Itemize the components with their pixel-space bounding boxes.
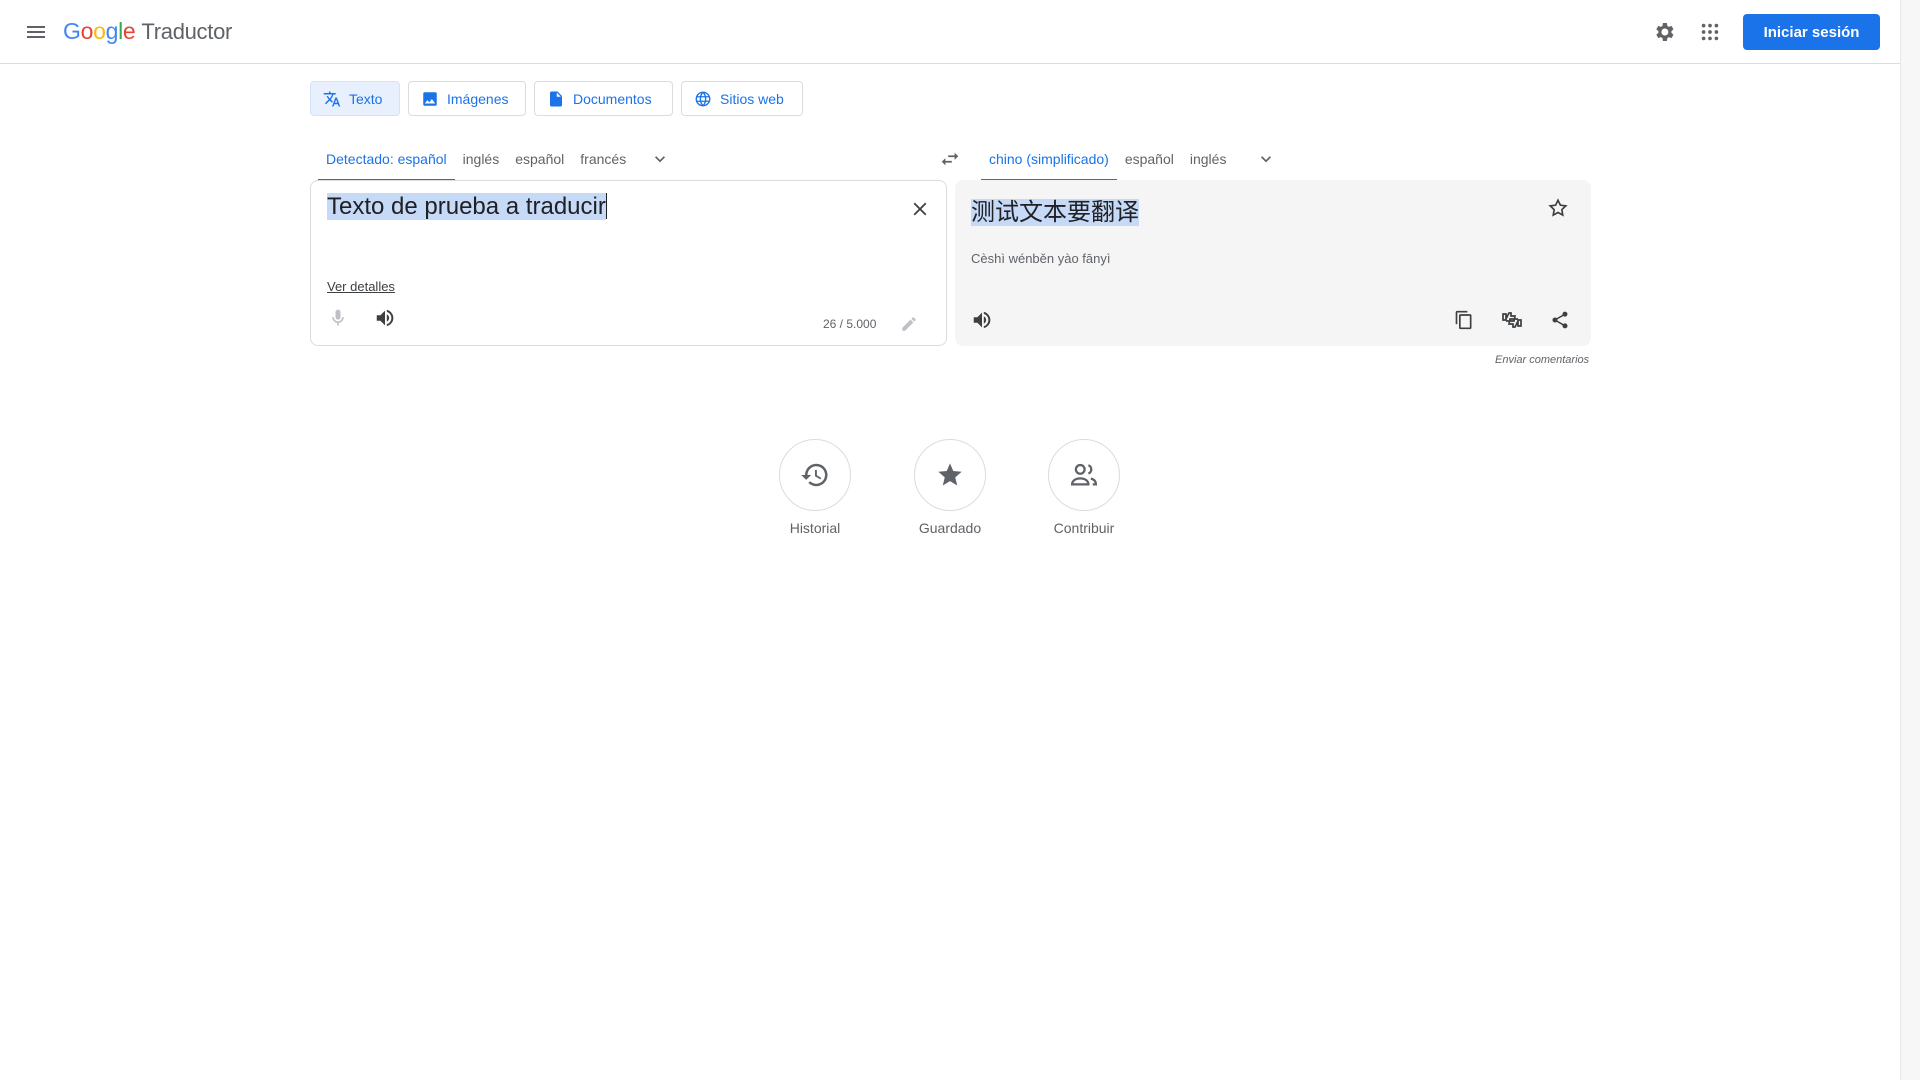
target-lang-chino[interactable]: chino (simplificado) bbox=[981, 137, 1117, 181]
logo-letter: e bbox=[122, 18, 136, 44]
listen-source-button[interactable] bbox=[367, 300, 403, 336]
chevron-down-icon bbox=[1261, 156, 1272, 163]
contribute-button[interactable]: Contribuir bbox=[1029, 439, 1139, 536]
star-filled-icon bbox=[938, 463, 962, 486]
menu-icon bbox=[27, 26, 45, 38]
rate-translation-button[interactable] bbox=[1494, 302, 1530, 338]
see-details-link[interactable]: Ver detalles bbox=[327, 279, 395, 294]
page-scrollbar[interactable] bbox=[1900, 0, 1920, 1080]
share-icon bbox=[1552, 311, 1568, 329]
apps-icon bbox=[1701, 23, 1719, 41]
text-caret bbox=[605, 193, 607, 219]
saved-button[interactable]: Guardado bbox=[895, 439, 1005, 536]
pencil-icon bbox=[902, 317, 916, 331]
people-icon bbox=[1070, 463, 1098, 486]
logo-letter: g bbox=[105, 18, 119, 44]
close-icon bbox=[913, 202, 927, 216]
settings-icon bbox=[1656, 23, 1674, 41]
globe-icon bbox=[695, 90, 711, 107]
target-lang-espanol[interactable]: español bbox=[1117, 137, 1182, 181]
save-translation-button[interactable] bbox=[1540, 190, 1576, 226]
translation-output: 测试文本要翻译 bbox=[971, 192, 1139, 227]
saved-circle bbox=[914, 439, 986, 511]
character-count: 26 / 5.000 bbox=[823, 317, 877, 331]
main-menu-button[interactable] bbox=[18, 14, 54, 50]
source-text-input[interactable]: Texto de prueba a traducir bbox=[327, 193, 607, 221]
speaker-icon bbox=[376, 309, 394, 327]
chevron-down-icon bbox=[655, 156, 666, 163]
apps-button[interactable] bbox=[1692, 14, 1728, 50]
thumbs-up-down-icon bbox=[1502, 312, 1522, 328]
target-lang-more-button[interactable] bbox=[1248, 137, 1284, 181]
top-bar: Google Traductor Iniciar sesión bbox=[0, 0, 1900, 64]
tab-label: Documentos bbox=[573, 90, 652, 107]
listen-translation-button[interactable] bbox=[964, 302, 1000, 338]
target-language-bar: chino (simplificado) español inglés bbox=[981, 137, 1284, 181]
history-circle bbox=[779, 439, 851, 511]
logo-letter: G bbox=[63, 18, 81, 44]
voice-input-button[interactable] bbox=[320, 300, 356, 336]
product-name: Traductor bbox=[141, 19, 233, 44]
source-lang-espanol[interactable]: español bbox=[507, 137, 572, 181]
speaker-icon bbox=[973, 311, 991, 329]
signin-button[interactable]: Iniciar sesión bbox=[1743, 14, 1880, 50]
logo-letter: o bbox=[93, 18, 106, 44]
tab-imagenes[interactable]: Imágenes bbox=[408, 81, 526, 116]
tab-label: Sitios web bbox=[720, 90, 784, 107]
contribute-circle bbox=[1048, 439, 1120, 511]
document-icon bbox=[550, 91, 562, 106]
tab-label: Texto bbox=[349, 90, 383, 107]
history-button[interactable]: Historial bbox=[760, 439, 870, 536]
source-text: Texto de prueba a traducir bbox=[327, 193, 606, 220]
source-panel: Texto de prueba a traducir Ver detalles … bbox=[310, 180, 947, 346]
tab-texto[interactable]: Texto bbox=[310, 81, 400, 116]
history-icon bbox=[801, 463, 828, 487]
tab-label: Imágenes bbox=[447, 90, 509, 107]
handwriting-button[interactable] bbox=[891, 306, 927, 342]
transliteration-text: Cèshì wénběn yào fānyì bbox=[971, 251, 1111, 266]
source-language-bar: Detectado: español inglés español francé… bbox=[318, 137, 678, 181]
send-feedback-link[interactable]: Enviar comentarios bbox=[1495, 354, 1589, 366]
history-label: Historial bbox=[789, 520, 841, 536]
target-panel: 测试文本要翻译 Cèshì wénběn yào fānyì bbox=[955, 180, 1591, 346]
share-translation-button[interactable] bbox=[1542, 302, 1578, 338]
swap-languages-button[interactable] bbox=[932, 141, 968, 177]
source-lang-more-button[interactable] bbox=[642, 137, 678, 181]
settings-button[interactable] bbox=[1646, 14, 1682, 50]
star-outline-icon bbox=[1548, 198, 1568, 217]
tab-sitios-web[interactable]: Sitios web bbox=[681, 81, 803, 116]
translate-icon bbox=[323, 91, 341, 106]
swap-icon bbox=[941, 152, 959, 166]
image-icon bbox=[423, 91, 437, 106]
microphone-icon bbox=[332, 309, 344, 326]
copy-translation-button[interactable] bbox=[1446, 302, 1482, 338]
source-lang-ingles[interactable]: inglés bbox=[455, 137, 508, 181]
target-lang-ingles[interactable]: inglés bbox=[1182, 137, 1235, 181]
source-lang-detected[interactable]: Detectado: español bbox=[318, 137, 455, 181]
contribute-label: Contribuir bbox=[1053, 520, 1115, 536]
tab-documentos[interactable]: Documentos bbox=[534, 81, 673, 116]
copy-icon bbox=[1455, 310, 1472, 330]
translated-text: 测试文本要翻译 bbox=[971, 199, 1139, 226]
logo-letter: o bbox=[80, 18, 94, 44]
app-logo[interactable]: Google Traductor bbox=[63, 18, 232, 45]
clear-text-button[interactable] bbox=[902, 191, 938, 227]
source-lang-frances[interactable]: francés bbox=[572, 137, 634, 181]
saved-label: Guardado bbox=[918, 520, 982, 536]
